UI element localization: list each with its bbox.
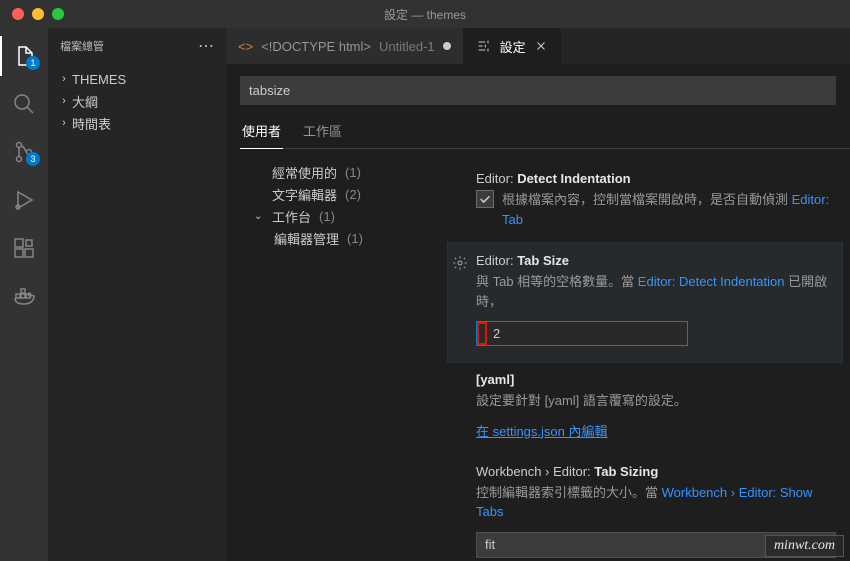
activity-docker[interactable] (0, 276, 48, 316)
tab-settings[interactable]: 設定 (464, 28, 561, 64)
titlebar: 設定 — themes (0, 0, 850, 28)
minimize-window-button[interactable] (32, 8, 44, 20)
tab-file-detail: Untitled-1 (379, 39, 435, 54)
tab-size-input[interactable] (487, 322, 687, 345)
html-file-icon: <> (238, 39, 253, 54)
sidebar-title: 檔案總管 (60, 38, 104, 54)
tab-label: 設定 (500, 37, 526, 56)
setting-yaml: [yaml] 設定要針對 [yaml] 語言覆寫的設定。 在 settings.… (448, 362, 850, 454)
close-tab-icon[interactable] (534, 39, 548, 53)
settings-tab-icon (476, 38, 492, 54)
activity-bar: 1 3 (0, 28, 48, 561)
sidebar: 檔案總管 ⋯ ›THEMES ›大綱 ›時間表 (48, 28, 226, 561)
activity-explorer[interactable]: 1 (0, 36, 48, 76)
sidebar-section-timeline[interactable]: ›時間表 (48, 112, 226, 134)
explorer-badge: 1 (26, 56, 40, 70)
docker-icon (12, 284, 36, 308)
tab-file-name: <!DOCTYPE html> (261, 39, 371, 54)
settings-results: Editor: Detect Indentation 根據檔案內容，控制當檔案開… (440, 149, 850, 561)
extensions-icon (12, 236, 36, 260)
detect-indentation-checkbox[interactable] (476, 190, 494, 208)
chevron-right-icon: › (56, 95, 72, 107)
sidebar-section-outline[interactable]: ›大綱 (48, 90, 226, 112)
sidebar-more-icon[interactable]: ⋯ (198, 36, 214, 56)
activity-search[interactable] (0, 84, 48, 124)
sidebar-header: 檔案總管 ⋯ (48, 28, 226, 64)
edit-in-settings-json-link[interactable]: 在 settings.json 內編輯 (476, 424, 608, 439)
dirty-indicator-icon (443, 42, 451, 50)
chevron-right-icon: › (56, 117, 72, 129)
settings-search-input[interactable] (240, 76, 836, 105)
maximize-window-button[interactable] (52, 8, 64, 20)
editor-tabs: <> <!DOCTYPE html> Untitled-1 設定 (226, 28, 850, 64)
tab-untitled-file[interactable]: <> <!DOCTYPE html> Untitled-1 (226, 28, 464, 64)
settings-scope-tabs: 使用者 工作區 (240, 115, 850, 149)
settings-toc: 經常使用的(1) 文字編輯器(2) ⌄工作台(1) 編輯器管理(1) (240, 149, 440, 561)
window-controls (0, 8, 64, 20)
activity-extensions[interactable] (0, 228, 48, 268)
chevron-down-icon: ⌄ (254, 211, 268, 222)
link-detect-indentation[interactable]: Editor: Detect Indentation (638, 274, 785, 289)
editor-area: <> <!DOCTYPE html> Untitled-1 設定 使用者 (226, 28, 850, 561)
scm-badge: 3 (26, 152, 40, 166)
scope-tab-user[interactable]: 使用者 (240, 115, 283, 149)
toc-workbench[interactable]: ⌄工作台(1) (254, 205, 440, 227)
window-title: 設定 — themes (384, 6, 466, 23)
watermark: minwt.com (765, 535, 844, 557)
search-icon (12, 92, 36, 116)
setting-gear-icon[interactable] (452, 255, 468, 274)
scope-tab-workspace[interactable]: 工作區 (301, 115, 344, 148)
settings-editor: 使用者 工作區 經常使用的(1) 文字編輯器(2) ⌄工作台(1) 編輯器管理(… (226, 64, 850, 561)
toc-editor-management[interactable]: 編輯器管理(1) (254, 227, 440, 249)
value-highlight (477, 322, 487, 345)
setting-detect-indentation: Editor: Detect Indentation 根據檔案內容，控制當檔案開… (448, 161, 850, 243)
chevron-right-icon: › (56, 73, 72, 85)
toc-frequently-used[interactable]: 經常使用的(1) (254, 161, 440, 183)
close-window-button[interactable] (12, 8, 24, 20)
toc-text-editor[interactable]: 文字編輯器(2) (254, 183, 440, 205)
sidebar-section-themes[interactable]: ›THEMES (48, 68, 226, 90)
activity-debug[interactable] (0, 180, 48, 220)
setting-tab-size: Editor: Tab Size 與 Tab 相等的空格數量。當 Editor:… (448, 243, 842, 362)
debug-icon (12, 188, 36, 212)
activity-scm[interactable]: 3 (0, 132, 48, 172)
select-value: fit (485, 537, 495, 552)
check-icon (478, 192, 492, 206)
